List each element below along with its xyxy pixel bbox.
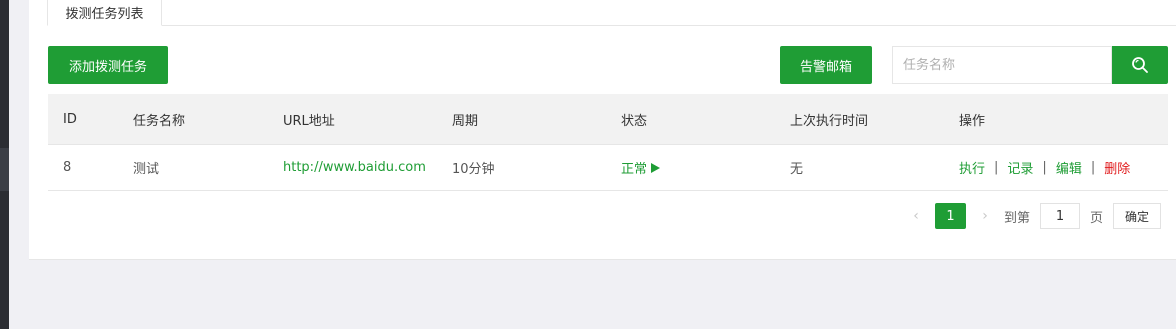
cell-url-link[interactable]: http://www.baidu.com bbox=[283, 145, 426, 190]
status-label: 正常 bbox=[621, 162, 648, 177]
header-id: ID bbox=[63, 111, 77, 127]
table-header: ID 任务名称 URL地址 周期 状态 上次执行时间 操作 bbox=[48, 94, 1168, 145]
goto-page-input[interactable] bbox=[1040, 203, 1080, 229]
search-icon bbox=[1132, 57, 1148, 73]
separator: | bbox=[1090, 160, 1096, 175]
pagination: ‹ 1 › 到第 页 确定 bbox=[29, 203, 1176, 229]
current-page[interactable]: 1 bbox=[935, 203, 966, 229]
edit-link[interactable]: 编辑 bbox=[1056, 158, 1082, 177]
confirm-page-button[interactable]: 确定 bbox=[1113, 203, 1161, 229]
side-strip bbox=[0, 0, 9, 329]
table-row: 8 测试 http://www.baidu.com 10分钟 正常 无 执行 |… bbox=[48, 145, 1168, 191]
alert-email-button[interactable]: 告警邮箱 bbox=[780, 46, 872, 84]
header-period: 周期 bbox=[452, 113, 479, 129]
header-url: URL地址 bbox=[283, 113, 335, 129]
cell-period: 10分钟 bbox=[452, 162, 495, 177]
header-last-run: 上次执行时间 bbox=[790, 113, 869, 129]
cell-last-run: 无 bbox=[790, 162, 804, 177]
search-button[interactable] bbox=[1112, 46, 1168, 84]
add-task-button[interactable]: 添加拨测任务 bbox=[48, 46, 168, 84]
cell-id: 8 bbox=[63, 160, 72, 175]
header-status: 状态 bbox=[621, 113, 648, 129]
log-link[interactable]: 记录 bbox=[1007, 158, 1033, 177]
next-page-button[interactable]: › bbox=[973, 203, 997, 229]
header-name: 任务名称 bbox=[133, 113, 186, 129]
cell-name: 测试 bbox=[133, 162, 160, 177]
content-card: 拨测任务列表 添加拨测任务 告警邮箱 ID 任务名称 URL地址 周期 状态 上… bbox=[29, 0, 1176, 260]
task-table: ID 任务名称 URL地址 周期 状态 上次执行时间 操作 8 测试 http:… bbox=[48, 94, 1168, 191]
prev-page-button[interactable]: ‹ bbox=[904, 203, 928, 229]
cell-status[interactable]: 正常 bbox=[621, 145, 661, 190]
tab-bar: 拨测任务列表 bbox=[47, 0, 1176, 26]
page-unit-label: 页 bbox=[1090, 210, 1104, 226]
delete-link[interactable]: 删除 bbox=[1104, 158, 1130, 177]
tab-task-list[interactable]: 拨测任务列表 bbox=[47, 0, 162, 26]
play-icon bbox=[651, 162, 661, 173]
header-actions: 操作 bbox=[959, 113, 986, 129]
separator: | bbox=[1042, 160, 1047, 175]
goto-label: 到第 bbox=[1004, 210, 1031, 226]
side-strip-highlight bbox=[0, 148, 9, 191]
search-input[interactable] bbox=[892, 46, 1112, 84]
cell-actions: 执行 | 记录 | 编辑 | 删除 bbox=[959, 145, 1130, 190]
separator: | bbox=[994, 160, 999, 175]
run-link[interactable]: 执行 bbox=[959, 158, 985, 177]
